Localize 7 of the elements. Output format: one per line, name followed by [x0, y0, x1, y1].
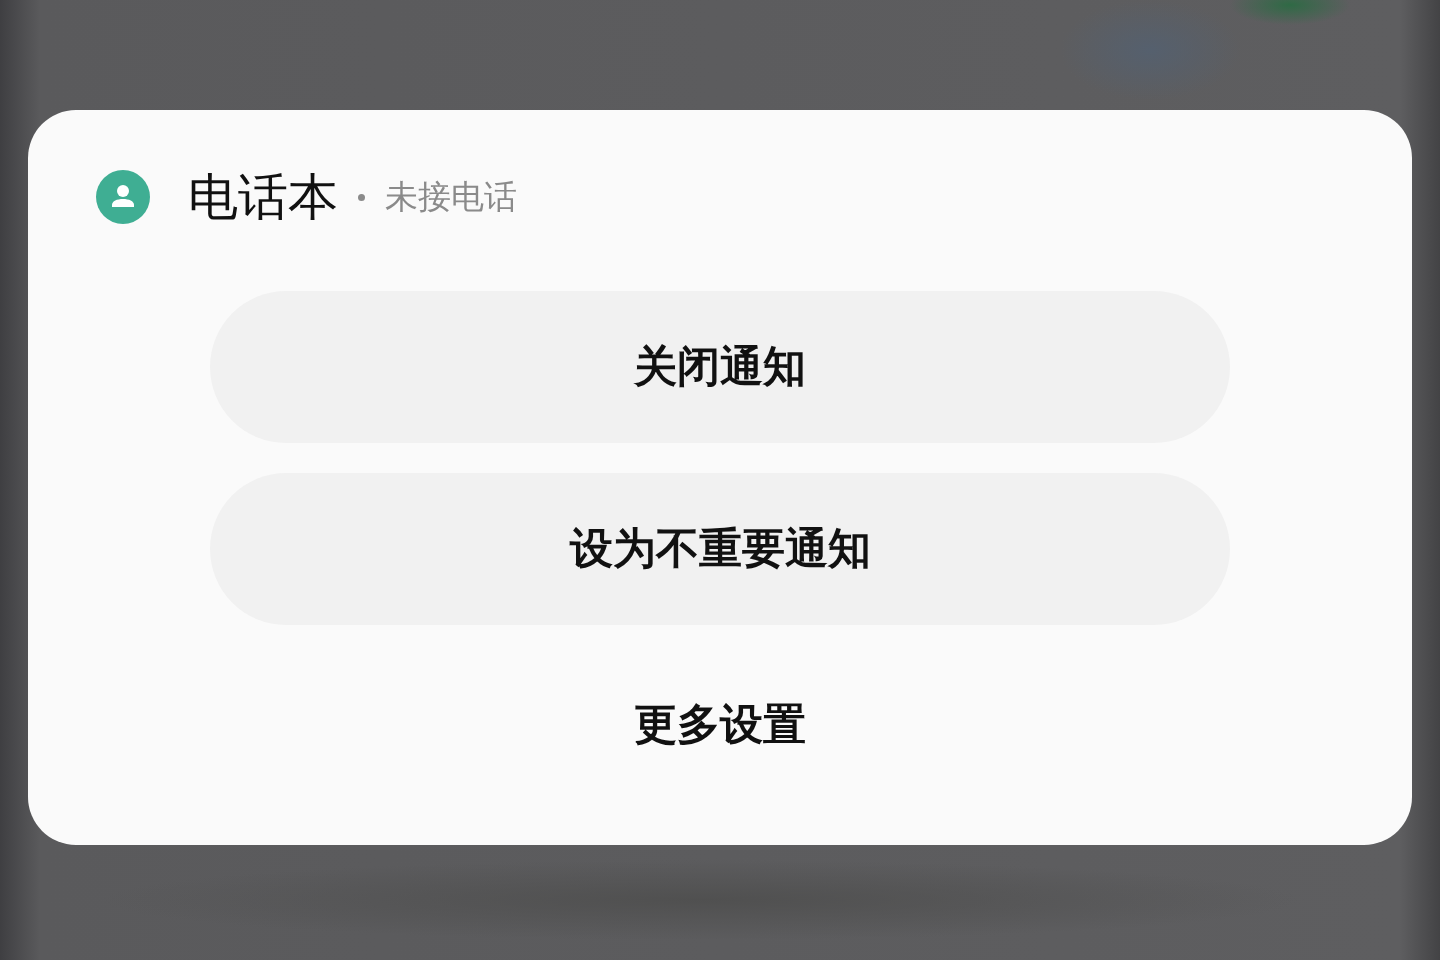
- notification-category: 未接电话: [385, 178, 517, 216]
- separator-dot: [358, 193, 365, 201]
- more-settings-link[interactable]: 更多设置: [614, 687, 826, 763]
- app-name: 电话本: [188, 169, 338, 225]
- action-button[interactable]: 设为不重要通知: [210, 473, 1230, 625]
- person-icon: [96, 170, 150, 224]
- action-button[interactable]: 关闭通知: [210, 291, 1230, 443]
